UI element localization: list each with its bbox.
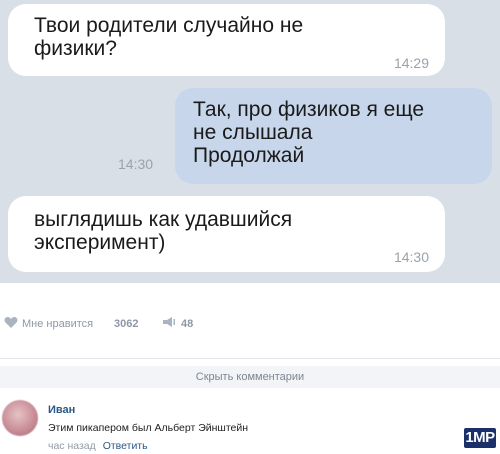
comment-time: час назад: [48, 440, 96, 452]
avatar[interactable]: [2, 400, 38, 436]
hide-comments-button[interactable]: Скрыть комментарии: [0, 366, 500, 388]
watermark-logo: 1MP: [464, 428, 496, 448]
like-count: 3062: [114, 318, 139, 330]
message-time: 14:29: [393, 55, 429, 71]
comment-author[interactable]: Иван: [48, 404, 75, 416]
chat-screenshot: Твои родители случайно не физики? 14:29 …: [0, 0, 500, 283]
comment-meta: час назад Ответить: [48, 440, 148, 452]
like-button-label[interactable]: Мне нравится: [22, 318, 93, 330]
message-bubble-incoming: выглядишь как удавшийся эксперимент) 14:…: [8, 196, 445, 272]
message-bubble-incoming: Твои родители случайно не физики? 14:29: [8, 4, 445, 76]
share-icon[interactable]: [162, 316, 178, 331]
message-time: 14:30: [393, 249, 429, 265]
message-time: 14:30: [118, 156, 154, 172]
reply-link[interactable]: Ответить: [103, 440, 148, 452]
message-text: выглядишь как удавшийся эксперимент): [34, 208, 293, 254]
post-actions-bar: Мне нравится 3062 48: [0, 306, 500, 340]
comment-text: Этим пикапером был Альберт Эйнштейн: [48, 422, 249, 434]
message-text: Твои родители случайно не физики?: [34, 14, 304, 60]
message-text: Так, про физиков я еще не слышала Продол…: [193, 98, 425, 167]
heart-icon[interactable]: [4, 316, 18, 332]
comment: Иван Этим пикапером был Альберт Эйнштейн…: [0, 398, 500, 454]
message-bubble-outgoing: Так, про физиков я еще не слышала Продол…: [175, 88, 492, 184]
share-count: 48: [181, 318, 194, 330]
divider: [0, 358, 500, 359]
